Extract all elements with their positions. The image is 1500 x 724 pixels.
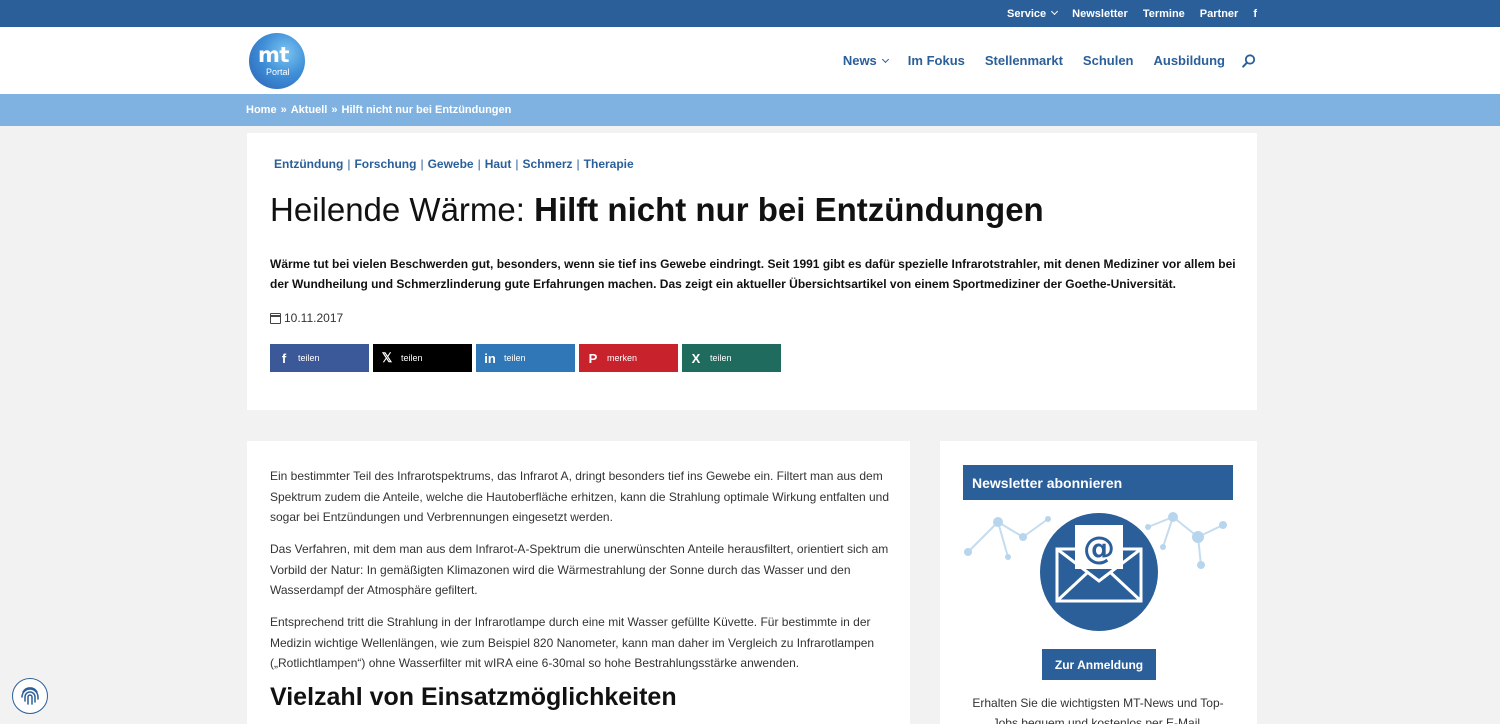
article-date: 10.11.2017 xyxy=(270,311,343,325)
breadcrumb-separator: » xyxy=(331,104,338,116)
search-icon[interactable] xyxy=(1242,53,1256,68)
title-main: Hilft nicht nur bei Entzündungen xyxy=(534,191,1044,228)
main-nav: News Im Fokus Stellenmarkt Schulen Ausbi… xyxy=(843,27,1256,94)
top-link-service[interactable]: Service xyxy=(1007,7,1059,20)
breadcrumb-bar: Home » Aktuell » Hilft nicht nur bei Ent… xyxy=(0,94,1500,126)
tag-link[interactable]: Haut xyxy=(485,157,512,171)
share-label: merken xyxy=(607,353,638,363)
top-link-termine[interactable]: Termine xyxy=(1143,8,1185,20)
title-prefix: Heilende Wärme: xyxy=(270,191,535,228)
tag-link[interactable]: Forschung xyxy=(354,157,416,171)
tag-separator: | xyxy=(477,157,481,171)
share-label: teilen xyxy=(401,353,423,363)
share-buttons: f teilen 𝕏teilen in teilen Pmerken Xteilen xyxy=(270,344,781,372)
nav-item-ausbildung[interactable]: Ausbildung xyxy=(1154,53,1226,68)
newsletter-text: Erhalten Sie die wichtigsten MT-News und… xyxy=(972,696,1224,724)
tag-separator: | xyxy=(576,157,580,171)
logo-subtext: Portal xyxy=(266,67,290,77)
top-links: Service Newsletter Termine Partner f xyxy=(1007,0,1257,27)
sidebar-newsletter-card: Newsletter abonnieren @ Zur Anmeldung Er… xyxy=(940,441,1257,724)
date-text: 10.11.2017 xyxy=(284,311,344,325)
calendar-icon xyxy=(270,312,281,324)
logo[interactable]: mt Portal xyxy=(249,33,305,89)
tag-link[interactable]: Schmerz xyxy=(523,157,573,171)
nav-item-schulen[interactable]: Schulen xyxy=(1083,53,1134,68)
breadcrumb-home[interactable]: Home xyxy=(246,104,277,116)
share-linkedin-button[interactable]: in teilen xyxy=(476,344,575,372)
share-label: teilen xyxy=(504,353,526,363)
pinterest-icon: P xyxy=(588,350,598,366)
page-title: Heilende Wärme: Hilft nicht nur bei Entz… xyxy=(270,191,1044,229)
share-label: teilen xyxy=(710,353,732,363)
share-x-button[interactable]: 𝕏teilen xyxy=(373,344,472,372)
article-lead: Wärme tut bei vielen Beschwerden gut, be… xyxy=(270,257,1236,291)
newsletter-graphic: @ xyxy=(963,507,1233,637)
breadcrumb-aktuell[interactable]: Aktuell xyxy=(291,104,328,116)
breadcrumb-separator: » xyxy=(280,104,287,116)
chevron-down-icon xyxy=(881,55,889,64)
logo-text: mt xyxy=(258,43,289,67)
nav-item-im-fokus[interactable]: Im Fokus xyxy=(908,53,965,68)
breadcrumb-current: Hilft nicht nur bei Entzündungen xyxy=(341,104,512,116)
newsletter-title: Newsletter abonnieren xyxy=(963,465,1233,500)
tag-separator: | xyxy=(420,157,424,171)
share-pinterest-button[interactable]: Pmerken xyxy=(579,344,678,372)
article-paragraph: Entsprechend tritt die Strahlung in der … xyxy=(270,615,875,670)
share-label: teilen xyxy=(298,353,320,363)
tag-separator: | xyxy=(347,157,351,171)
nav-item-stellenmarkt[interactable]: Stellenmarkt xyxy=(985,53,1063,68)
article-header-card: Entzündung | Forschung | Gewebe | Haut | Schmerz… xyxy=(247,133,1257,410)
section-heading: Vielzahl von Einsatzmöglichkeiten xyxy=(270,683,677,711)
article-paragraph: Das Verfahren, mit dem man aus dem Infra… xyxy=(270,542,889,597)
tag-link[interactable]: Therapie xyxy=(584,157,634,171)
linkedin-icon: in xyxy=(484,350,496,366)
tag-link[interactable]: Entzündung xyxy=(274,157,343,171)
chevron-down-icon xyxy=(1051,7,1059,15)
at-sign-icon: @ xyxy=(1083,529,1115,567)
top-bar: Service Newsletter Termine Partner f xyxy=(0,0,1500,27)
article-tags: Entzündung | Forschung | Gewebe | Haut | Schmerz… xyxy=(274,157,634,171)
x-icon: 𝕏 xyxy=(381,350,393,365)
article-body-card: Ein bestimmter Teil des Infrarotspektrum… xyxy=(247,441,910,724)
share-facebook-button[interactable]: f teilen xyxy=(270,344,369,372)
article-paragraph: Ein bestimmter Teil des Infrarotspektrum… xyxy=(270,469,890,524)
xing-icon: X xyxy=(691,350,701,366)
top-link-newsletter[interactable]: Newsletter xyxy=(1072,8,1128,20)
site-header: mt Portal News Im Fokus Stellenmarkt Sch… xyxy=(0,27,1500,94)
tag-link[interactable]: Gewebe xyxy=(428,157,474,171)
newsletter-signup-button[interactable]: Zur Anmeldung xyxy=(1042,649,1156,680)
facebook-icon[interactable]: f xyxy=(1253,8,1257,20)
share-xing-button[interactable]: Xteilen xyxy=(682,344,781,372)
breadcrumb: Home » Aktuell » Hilft nicht nur bei Ent… xyxy=(246,94,511,126)
fingerprint-icon[interactable] xyxy=(12,678,48,714)
facebook-icon: f xyxy=(281,350,287,366)
tag-separator: | xyxy=(515,157,519,171)
top-link-partner[interactable]: Partner xyxy=(1200,8,1239,20)
nav-item-news[interactable]: News xyxy=(843,53,889,68)
